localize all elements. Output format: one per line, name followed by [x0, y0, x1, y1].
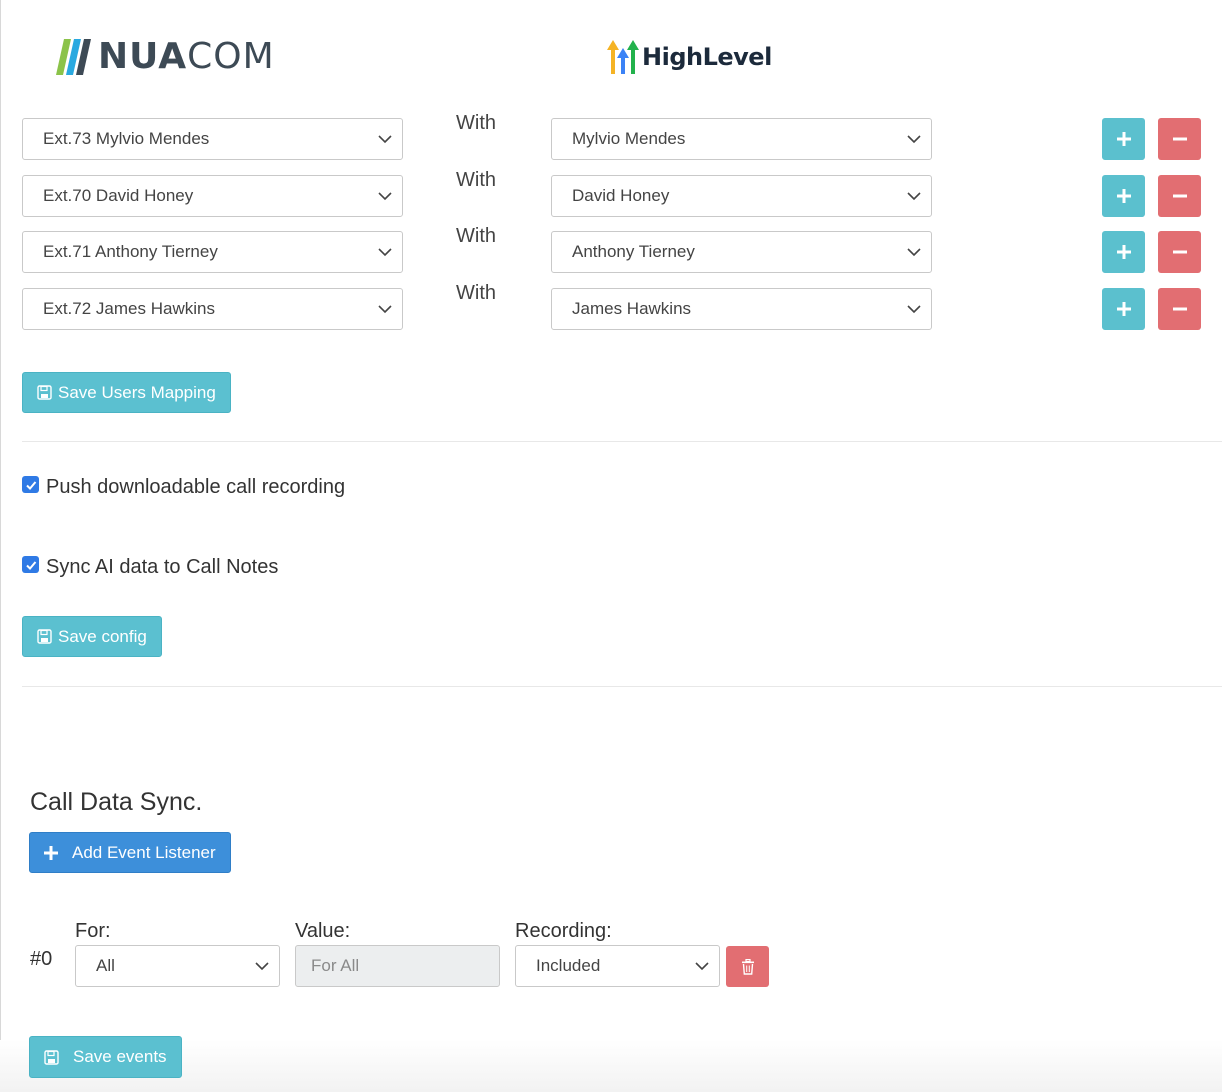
add-row-button[interactable]	[1102, 175, 1145, 217]
value-input-placeholder: For All	[311, 956, 360, 975]
minus-icon	[1172, 194, 1187, 198]
user-select[interactable]: James Hawkins	[551, 288, 932, 330]
with-label: With	[456, 112, 496, 134]
remove-row-button[interactable]	[1158, 175, 1201, 217]
sync-ai-checkbox[interactable]	[22, 556, 39, 573]
chevron-down-icon	[907, 192, 921, 201]
plus-icon	[1116, 189, 1131, 203]
with-label: With	[456, 282, 496, 304]
plus-icon	[1116, 302, 1131, 316]
window-left-edge	[0, 0, 1, 1092]
user-select[interactable]: Anthony Tierney	[551, 231, 932, 273]
push-recording-label: Push downloadable call recording	[46, 476, 346, 498]
remove-row-button[interactable]	[1158, 118, 1201, 160]
save-config-label: Save config	[58, 626, 147, 646]
chevron-down-icon	[907, 305, 921, 314]
with-label: With	[456, 169, 496, 191]
chevron-down-icon	[695, 962, 709, 971]
push-recording-option: Push downloadable call recording	[22, 476, 345, 499]
plus-icon	[1116, 245, 1131, 259]
section-divider	[22, 441, 1222, 442]
minus-icon	[1172, 250, 1187, 254]
extension-select[interactable]: Ext.73 Mylvio Mendes	[22, 118, 403, 160]
chevron-down-icon	[255, 962, 269, 971]
extension-select[interactable]: Ext.70 David Honey	[22, 175, 403, 217]
save-events-button[interactable]: Save events	[29, 1036, 182, 1078]
highlevel-wordmark: HighLevel	[642, 43, 772, 71]
chevron-down-icon	[907, 135, 921, 144]
extension-select-value: Ext.73 Mylvio Mendes	[43, 129, 210, 148]
save-config-button[interactable]: Save config	[22, 616, 162, 657]
user-select-value: David Honey	[572, 186, 670, 205]
highlevel-arrows-icon	[607, 40, 639, 74]
checkmark-icon	[25, 480, 36, 490]
extension-select[interactable]: Ext.71 Anthony Tierney	[22, 231, 403, 273]
add-row-button[interactable]	[1102, 288, 1145, 330]
floppy-disk-icon	[44, 1049, 59, 1065]
chevron-down-icon	[378, 135, 392, 144]
mapping-row: Ext.72 James Hawkins With James Hawkins	[22, 282, 1202, 330]
minus-icon	[1172, 307, 1187, 311]
plus-icon	[1116, 132, 1131, 146]
recording-label: Recording:	[515, 920, 612, 942]
chevron-down-icon	[378, 305, 392, 314]
floppy-disk-icon	[37, 385, 52, 400]
extension-select-value: Ext.71 Anthony Tierney	[43, 242, 218, 261]
user-select-value: Anthony Tierney	[572, 242, 695, 261]
sync-ai-option: Sync AI data to Call Notes	[22, 556, 278, 579]
value-label: Value:	[295, 920, 351, 942]
plus-icon	[44, 845, 58, 860]
sync-ai-label: Sync AI data to Call Notes	[46, 556, 279, 578]
user-select[interactable]: David Honey	[551, 175, 932, 217]
add-row-button[interactable]	[1102, 231, 1145, 273]
value-input[interactable]: For All	[295, 945, 500, 987]
event-index: #0	[30, 948, 53, 970]
with-label: With	[456, 225, 496, 247]
trash-icon	[741, 958, 754, 975]
recording-select[interactable]: Included	[515, 945, 720, 987]
nuacom-logo: NUACOM	[54, 38, 275, 76]
bottom-fade	[0, 1040, 1222, 1092]
delete-event-button[interactable]	[726, 946, 769, 987]
nuacom-stripes-icon	[56, 39, 91, 75]
checkmark-icon	[25, 560, 36, 570]
add-event-listener-button[interactable]: Add Event Listener	[29, 832, 231, 873]
save-users-mapping-label: Save Users Mapping	[58, 382, 216, 402]
user-select-value: James Hawkins	[572, 299, 692, 318]
remove-row-button[interactable]	[1158, 231, 1201, 273]
highlevel-logo: HighLevel	[606, 38, 772, 76]
nuacom-wordmark: NUACOM	[98, 36, 275, 77]
mapping-row: Ext.73 Mylvio Mendes With Mylvio Mendes	[22, 112, 1202, 160]
recording-select-value: Included	[536, 956, 601, 975]
mapping-row: Ext.71 Anthony Tierney With Anthony Tier…	[22, 225, 1202, 273]
for-select-value: All	[96, 956, 115, 975]
section-divider	[22, 686, 1222, 687]
extension-select-value: Ext.72 James Hawkins	[43, 299, 215, 318]
call-data-sync-title: Call Data Sync.	[30, 788, 203, 816]
user-select[interactable]: Mylvio Mendes	[551, 118, 932, 160]
push-recording-checkbox[interactable]	[22, 476, 39, 493]
add-event-listener-label: Add Event Listener	[72, 842, 216, 862]
extension-select[interactable]: Ext.72 James Hawkins	[22, 288, 403, 330]
remove-row-button[interactable]	[1158, 288, 1201, 330]
mapping-row: Ext.70 David Honey With David Honey	[22, 169, 1202, 217]
minus-icon	[1172, 137, 1187, 141]
save-events-label: Save events	[73, 1047, 167, 1066]
chevron-down-icon	[378, 248, 392, 257]
chevron-down-icon	[907, 248, 921, 257]
save-users-mapping-button[interactable]: Save Users Mapping	[22, 372, 231, 413]
chevron-down-icon	[378, 192, 392, 201]
add-row-button[interactable]	[1102, 118, 1145, 160]
floppy-disk-icon	[37, 629, 52, 644]
for-select[interactable]: All	[75, 945, 280, 987]
extension-select-value: Ext.70 David Honey	[43, 186, 194, 205]
user-select-value: Mylvio Mendes	[572, 129, 686, 148]
for-label: For:	[75, 920, 111, 942]
